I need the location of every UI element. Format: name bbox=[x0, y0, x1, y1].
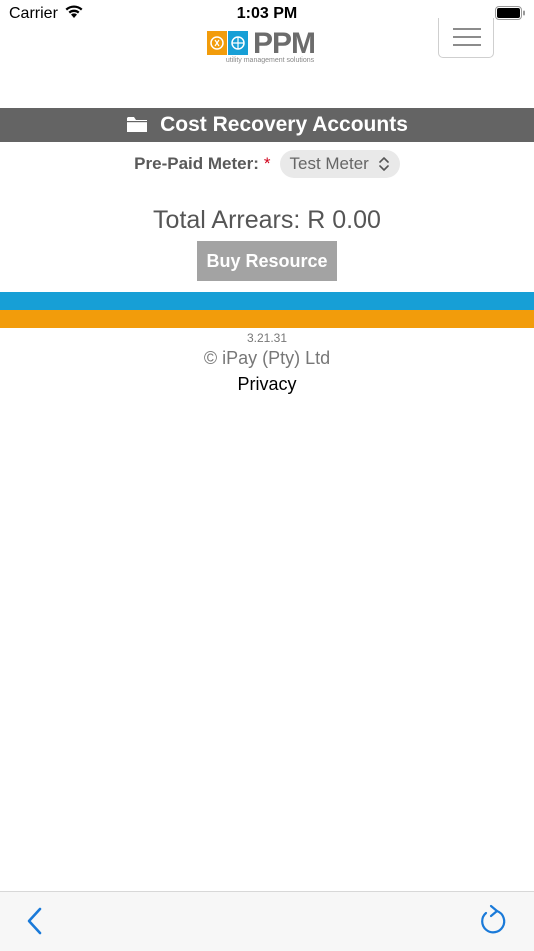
battery-icon bbox=[495, 6, 525, 20]
page-title: Cost Recovery Accounts bbox=[160, 113, 408, 136]
reload-icon[interactable] bbox=[478, 904, 508, 936]
folder-icon bbox=[127, 117, 148, 132]
buy-resource-button[interactable]: Buy Resource bbox=[197, 241, 337, 281]
app-version: 3.21.31 bbox=[246, 331, 288, 345]
copyright: © iPay (Pty) Ltd bbox=[203, 348, 331, 368]
chevron-updown-icon bbox=[379, 157, 389, 171]
ppm-logo-mark-icon bbox=[207, 31, 248, 55]
total-arrears: Total Arrears: R 0.00 bbox=[153, 206, 381, 234]
browser-toolbar bbox=[0, 891, 534, 951]
meter-select-value: Test Meter bbox=[289, 154, 369, 173]
meter-label: Pre-Paid Meter: bbox=[134, 154, 259, 173]
ppm-logo[interactable]: PPM utility management solutions bbox=[207, 27, 333, 65]
meter-row: Pre-Paid Meter: * Test Meter bbox=[0, 150, 534, 178]
required-marker: * bbox=[263, 154, 271, 173]
blue-stripe bbox=[0, 292, 534, 310]
privacy-link[interactable]: Privacy bbox=[0, 374, 534, 395]
page-title-band: Cost Recovery Accounts bbox=[0, 108, 534, 142]
logo-tagline: utility management solutions bbox=[225, 57, 315, 64]
back-icon[interactable] bbox=[24, 905, 46, 937]
orange-stripe bbox=[0, 310, 534, 328]
logo-text: PPM bbox=[253, 27, 316, 60]
meter-select[interactable]: Test Meter bbox=[280, 150, 400, 178]
menu-button[interactable] bbox=[438, 18, 494, 58]
